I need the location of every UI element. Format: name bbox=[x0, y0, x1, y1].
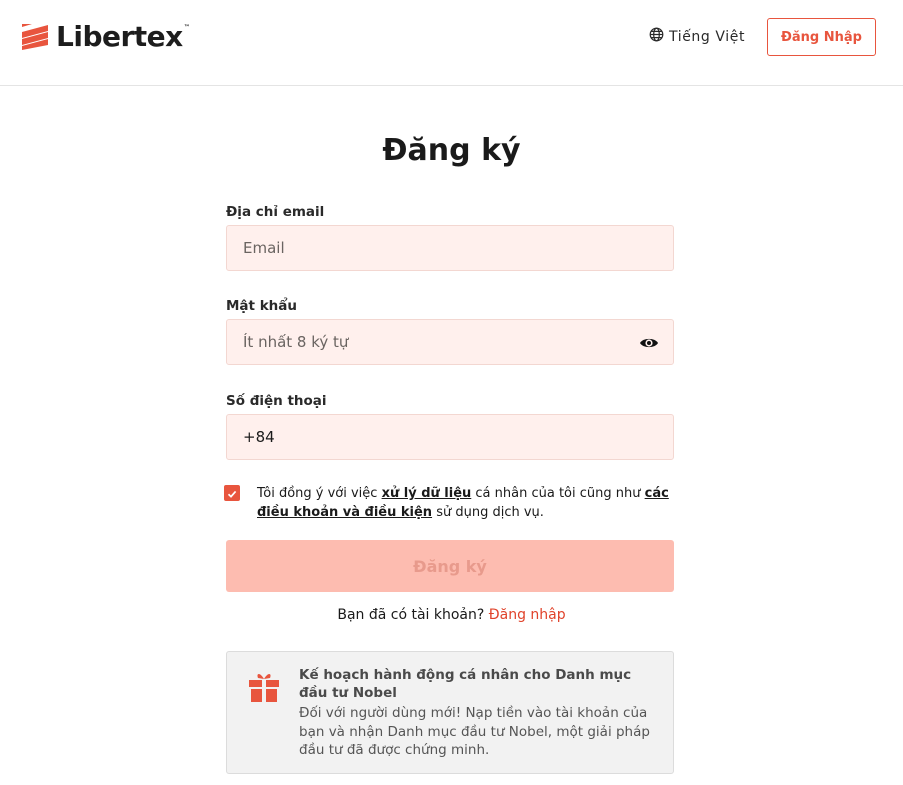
promo-card: Kế hoạch hành động cá nhân cho Danh mục … bbox=[226, 651, 674, 774]
eye-icon[interactable] bbox=[639, 333, 659, 353]
phone-label: Số điện thoại bbox=[226, 393, 327, 409]
have-account-row: Bạn đã có tài khoản? Đăng nhập bbox=[0, 607, 903, 623]
brand-trademark: ™ bbox=[183, 23, 190, 31]
consent-text: Tôi đồng ý với việc xử lý dữ liệu cá nhâ… bbox=[257, 484, 674, 522]
brand-logo[interactable]: Libertex ™ bbox=[22, 22, 190, 52]
login-button[interactable]: Đăng Nhập bbox=[767, 18, 876, 56]
phone-field-wrapper bbox=[226, 414, 674, 460]
brand-name: Libertex bbox=[56, 20, 183, 53]
have-account-text: Bạn đã có tài khoản? bbox=[337, 607, 489, 623]
password-label: Mật khẩu bbox=[226, 298, 298, 314]
phone-input[interactable] bbox=[243, 428, 623, 446]
language-selector[interactable]: Tiếng Việt bbox=[649, 27, 745, 46]
email-field-wrapper bbox=[226, 225, 674, 271]
promo-body: Đối với người dùng mới! Nạp tiền vào tài… bbox=[299, 705, 650, 758]
data-processing-link[interactable]: xử lý dữ liệu bbox=[382, 486, 472, 501]
consent-text-part: cá nhân của tôi cũng như bbox=[471, 486, 645, 501]
logo-mark-icon bbox=[22, 24, 48, 50]
language-label: Tiếng Việt bbox=[669, 28, 746, 45]
checkmark-icon bbox=[227, 484, 237, 503]
consent-text-part: sử dụng dịch vụ. bbox=[432, 505, 544, 520]
login-link[interactable]: Đăng nhập bbox=[489, 607, 566, 623]
register-button[interactable]: Đăng ký bbox=[226, 540, 674, 592]
consent-row: Tôi đồng ý với việc xử lý dữ liệu cá nhâ… bbox=[224, 484, 674, 522]
email-input[interactable] bbox=[243, 239, 623, 257]
top-header: Libertex ™ Tiếng Việt Đăng Nhập bbox=[0, 0, 903, 86]
page-title: Đăng ký bbox=[382, 133, 521, 168]
password-input[interactable] bbox=[243, 333, 623, 351]
globe-icon bbox=[649, 27, 664, 46]
password-field-wrapper bbox=[226, 319, 674, 365]
promo-title: Kế hoạch hành động cá nhân cho Danh mục … bbox=[299, 667, 632, 701]
gift-icon bbox=[247, 668, 281, 704]
email-label: Địa chỉ email bbox=[226, 204, 325, 220]
consent-text-part: Tôi đồng ý với việc bbox=[257, 486, 382, 501]
consent-checkbox[interactable] bbox=[224, 485, 240, 501]
